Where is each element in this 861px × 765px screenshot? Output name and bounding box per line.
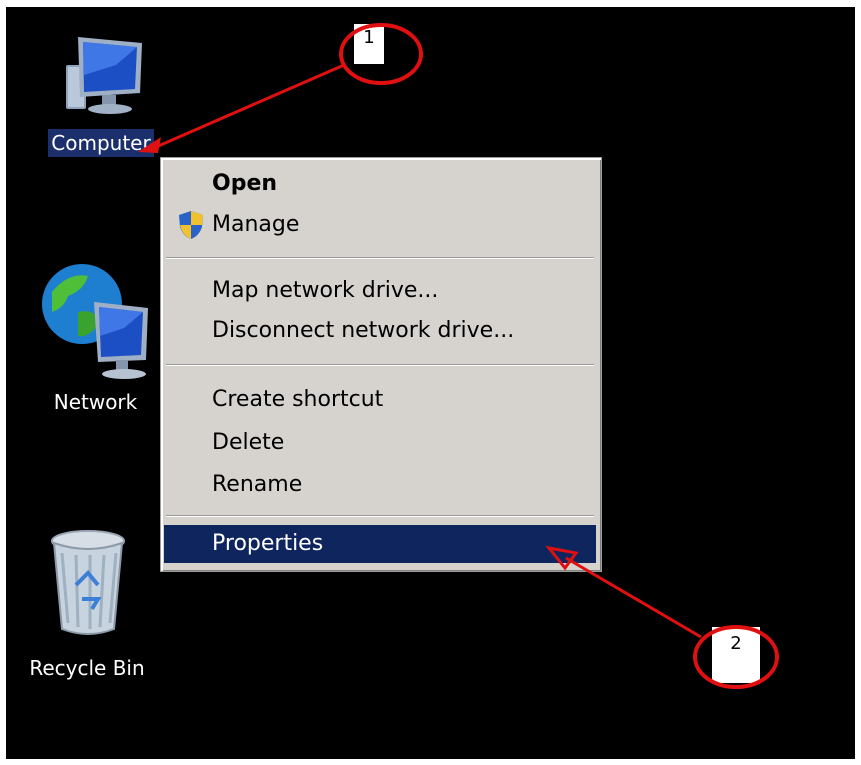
annotation-1-circle	[339, 23, 423, 85]
annotation-2-circle	[693, 625, 779, 689]
annotation-1-arrowhead	[138, 137, 161, 153]
annotation-2-arrowhead	[545, 545, 579, 571]
annotation-1-arrow	[155, 63, 345, 149]
annotation-2-arrow	[565, 556, 702, 639]
annotation-overlay	[138, 23, 779, 689]
desktop: Computer Network Recycle Bin Open Manage…	[6, 7, 855, 759]
